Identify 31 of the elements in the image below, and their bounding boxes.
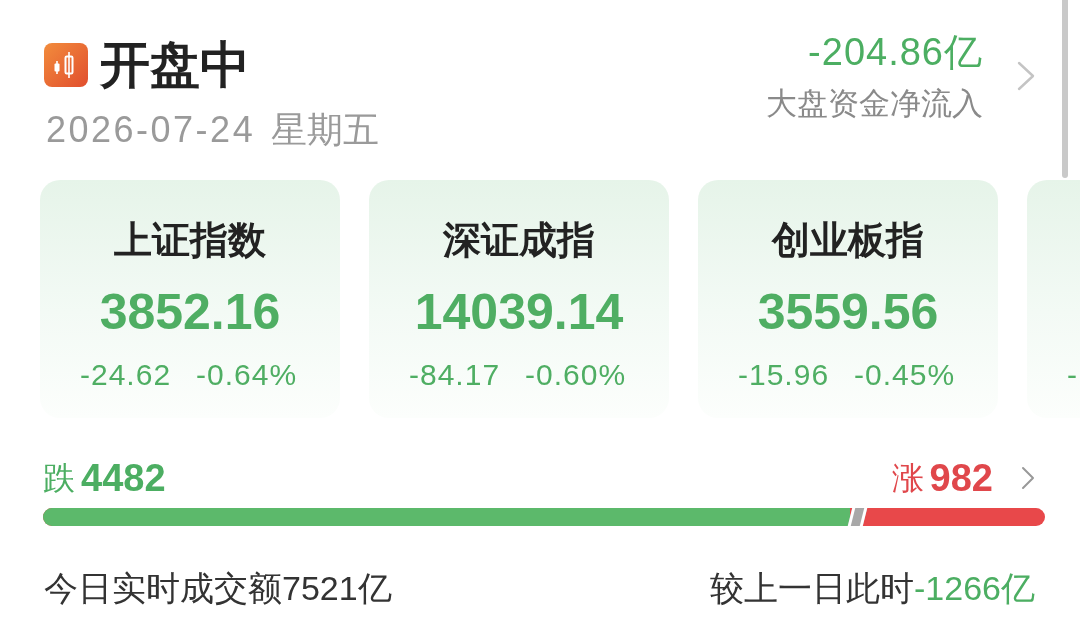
index-change-percent: -0.60%: [525, 357, 627, 393]
decline-label: 跌: [43, 459, 75, 498]
index-change: -24.62: [80, 357, 172, 393]
decline-count: 4482: [81, 456, 166, 500]
net-inflow-label: 大盘资金净流入: [766, 86, 983, 122]
turnover-text: 今日实时成交额7521亿: [44, 568, 392, 608]
advance-label: 涨: [891, 459, 924, 498]
date-text: 2026-07-24: [46, 110, 256, 150]
chevron-right-icon[interactable]: [1021, 466, 1035, 490]
candlestick-icon: [44, 43, 88, 87]
weekday-text: 星期五: [271, 110, 380, 150]
index-change: -15.96: [738, 357, 830, 393]
index-card[interactable]: 上证指数 3852.16 -24.62 -0.64%: [40, 180, 340, 418]
index-value: 3852.16: [99, 284, 281, 340]
index-name: 创业板指: [772, 219, 924, 261]
index-change: -84.17: [409, 357, 501, 393]
advance-count: 982: [929, 456, 993, 500]
index-card[interactable]: 创业板指 3559.56 -15.96 -0.45%: [698, 180, 998, 418]
chevron-right-icon[interactable]: [1017, 61, 1035, 91]
index-name: 深证成指: [443, 219, 595, 261]
index-change-percent: -0.45%: [854, 357, 956, 393]
turnover-comparison: 较上一日此时-1266亿: [710, 568, 1035, 608]
scrollbar-thumb[interactable]: [1062, 0, 1068, 178]
index-change: -: [1067, 357, 1078, 393]
market-status-title: 开盘中: [100, 40, 250, 90]
index-value: 14039.14: [414, 284, 624, 340]
index-card[interactable]: 深证成指 14039.14 -84.17 -0.60%: [369, 180, 669, 418]
net-inflow-value: -204.86亿: [808, 30, 983, 74]
index-change-percent: -0.64%: [196, 357, 298, 393]
index-value: 3559.56: [757, 284, 939, 340]
index-name: 上证指数: [114, 219, 266, 261]
